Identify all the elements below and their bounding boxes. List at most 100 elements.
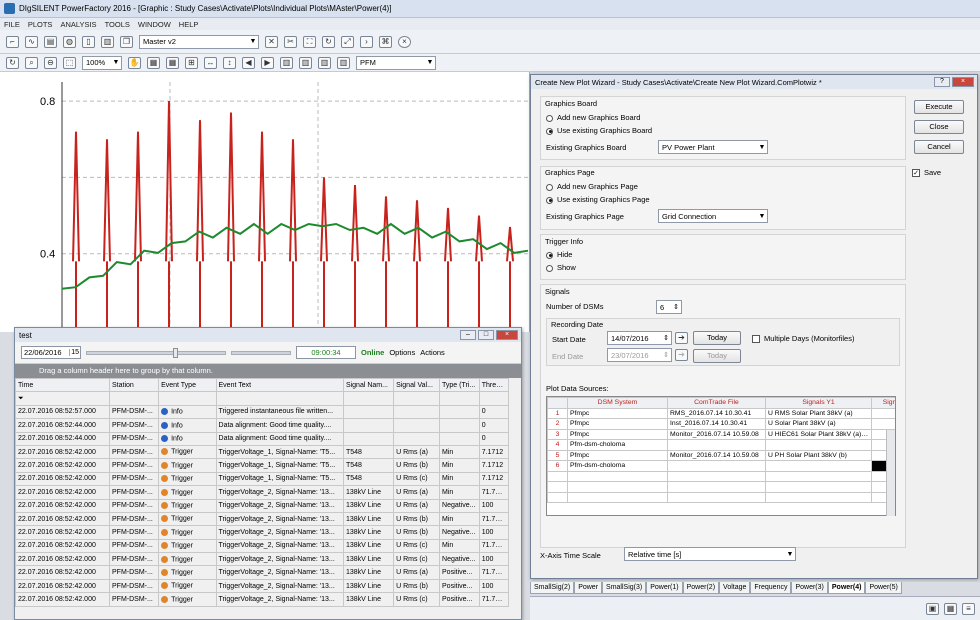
table-row[interactable]: 22.07.2016 08:52:42.000 PFM-DSM-... Trigge… <box>15 458 510 473</box>
scale-x-icon[interactable]: ↔ <box>204 56 217 69</box>
column-header[interactable]: Time <box>15 377 110 393</box>
column-header[interactable]: Signal Val... <box>393 377 441 393</box>
filter-cell[interactable] <box>158 391 217 406</box>
table-cell[interactable] <box>765 439 872 451</box>
list-icon[interactable]: ≡ <box>962 603 975 615</box>
page-icon[interactable]: ▯ <box>82 35 95 48</box>
refresh-icon[interactable]: ↻ <box>6 56 19 69</box>
graphics-board-select[interactable]: PV Power Plant ▼ <box>658 140 768 154</box>
table-row[interactable]: 22.07.2016 08:52:42.000 PFM-DSM-... Trigge… <box>15 538 510 554</box>
multiple-days-checkbox[interactable]: Multiple Days (Monitorfiles) <box>752 334 854 344</box>
save-checkbox[interactable]: ✓ Save <box>912 168 941 178</box>
table-cell[interactable] <box>667 439 766 451</box>
table-row[interactable]: 1 Pfmpc RMS_2016.07.14 10.30.41 U RMS Solar… <box>547 407 895 419</box>
zoom-range-icon[interactable]: ⤢ <box>341 35 354 48</box>
tools-icon[interactable]: ✕ <box>265 35 278 48</box>
start-date-field[interactable]: 14/07/2016 ⇕ <box>607 331 672 345</box>
layout2-icon[interactable]: ▥ <box>299 56 312 69</box>
tab-power2[interactable]: Power(2) <box>682 582 720 594</box>
maximize-icon[interactable]: □ <box>478 330 494 340</box>
tab-voltage[interactable]: Voltage <box>719 582 751 594</box>
chart-icon[interactable]: ▥ <box>101 35 114 48</box>
end-date-field[interactable]: 23/07/2016 ⇕ <box>607 348 672 362</box>
table-row[interactable]: 22.07.2016 08:52:42.000 PFM-DSM-... Trigge… <box>15 525 510 540</box>
align-icon[interactable]: ⊞ <box>185 56 198 69</box>
gp-new-radio[interactable]: Add new Graphics Page <box>546 182 638 191</box>
xaxis-select[interactable]: Relative time [s] ▼ <box>624 547 796 561</box>
options-menu[interactable]: Options <box>389 348 415 357</box>
menu-item-window[interactable]: WINDOW <box>138 20 171 29</box>
tab-smallsig3[interactable]: SmallSig(3) <box>602 582 647 594</box>
table-cell[interactable]: Pfm-dsm-choloma <box>567 460 668 472</box>
pfm-combo[interactable]: PFM ▼ <box>356 55 436 70</box>
arrow-right-icon[interactable]: ➔ <box>675 349 688 361</box>
zoom-combo[interactable]: 100% ▼ <box>82 55 122 70</box>
column-header[interactable]: Type (Tri... <box>439 377 480 393</box>
table-cell[interactable]: Pfmpc <box>567 418 668 430</box>
tab-smallsig2[interactable]: SmallSig(2) <box>530 582 575 594</box>
table-cell[interactable]: RMS_2016.07.14 10.30.41 <box>667 407 766 419</box>
close-icon[interactable]: × <box>496 330 518 340</box>
trigger-hide-radio[interactable]: Hide <box>546 250 572 259</box>
table-cell[interactable]: U RMS Solar Plant 38kV (a) <box>765 407 872 419</box>
rotate-icon[interactable]: ↻ <box>322 35 335 48</box>
filter-row[interactable]: ⏷ <box>15 391 510 406</box>
table-cell[interactable]: Monitor_2016.07.14 10.59.08 <box>667 428 766 440</box>
today-button-disabled[interactable]: Today <box>693 349 741 363</box>
plot-area[interactable]: 0.8 0.4 <box>0 72 530 332</box>
table-row[interactable]: 22.07.2016 08:52:42.000 PFM-DSM-... Trigge… <box>15 565 510 580</box>
copy-icon[interactable]: ❐ <box>120 35 133 48</box>
online-toggle[interactable]: Online <box>361 348 384 357</box>
table-cell[interactable] <box>667 460 766 472</box>
close-button[interactable]: Close <box>914 120 964 134</box>
table-row[interactable]: 22.07.2016 08:52:42.000 PFM-DSM-... Trigge… <box>15 552 510 567</box>
next-icon[interactable]: ▶ <box>261 56 274 69</box>
gb-new-radio[interactable]: Add new Graphics Board <box>546 113 640 122</box>
slider-handle[interactable] <box>173 347 178 358</box>
filter-icon[interactable]: ⏷ <box>15 391 110 406</box>
filter-cell[interactable] <box>215 391 344 406</box>
master-combo[interactable]: Master v2 ▼ <box>139 34 259 49</box>
tab-power5[interactable]: Power(5) <box>865 582 902 594</box>
menu-item-analysis[interactable]: ANALYSIS <box>60 20 96 29</box>
help-icon[interactable]: ? <box>934 77 950 87</box>
table-cell[interactable] <box>871 418 895 430</box>
arrow-right-icon[interactable]: ➔ <box>675 332 688 344</box>
table-row[interactable]: 22.07.2016 08:52:42.000 PFM-DSM-... Trigge… <box>15 444 510 460</box>
minimize-icon[interactable]: – <box>460 330 476 340</box>
filter-cell[interactable] <box>342 391 395 406</box>
column-header[interactable]: Event Type <box>158 377 217 393</box>
table-row[interactable]: 22.07.2016 08:52:42.000 PFM-DSM-... Trigge… <box>15 498 510 513</box>
bulb-icon[interactable]: ◍ <box>63 35 76 48</box>
menu-item-tools[interactable]: TOOLS <box>105 20 130 29</box>
dialog-close-icon[interactable]: × <box>952 77 974 87</box>
column-header[interactable]: Station <box>108 377 160 393</box>
table-row[interactable]: 6 Pfm-dsm-choloma <box>547 460 895 472</box>
grid2-icon[interactable]: ▦ <box>166 56 179 69</box>
curve-icon[interactable]: ∿ <box>25 35 38 48</box>
document-icon[interactable]: ▤ <box>44 35 57 48</box>
column-header[interactable]: Signal Nam... <box>342 377 395 393</box>
table-row[interactable]: 22.07.2016 08:52:42.000 PFM-DSM-... Trigge… <box>15 485 510 500</box>
column-header[interactable]: Signals Y1 <box>765 397 872 409</box>
cancel-button[interactable]: Cancel <box>914 140 964 154</box>
zoom-icon[interactable]: ⌕ <box>25 56 38 69</box>
num-dsms-spinner[interactable]: 6 ⇕ <box>656 300 682 314</box>
tab-power3[interactable]: Power(3) <box>791 582 828 594</box>
tab-power1[interactable]: Power(1) <box>646 582 683 594</box>
column-header[interactable]: Event Text <box>215 377 344 393</box>
table-cell[interactable]: U PH Solar Plant 38kV (b) <box>765 449 872 461</box>
zoom-out-icon[interactable]: ⊖ <box>44 56 57 69</box>
graphics-page-select[interactable]: Grid Connection ▼ <box>658 209 768 223</box>
table-cell[interactable]: Inst_2016.07.14 10.30.41 <box>667 418 766 430</box>
tab-frequency[interactable]: Frequency <box>750 582 792 594</box>
filter-cell[interactable] <box>478 391 510 406</box>
menu-item-plots[interactable]: PLOTS <box>28 20 53 29</box>
actions-menu[interactable]: Actions <box>420 348 445 357</box>
hand-icon[interactable]: ✋ <box>128 56 141 69</box>
execute-button[interactable]: Execute <box>914 100 964 114</box>
column-header[interactable]: ComTrade File <box>667 397 766 409</box>
script-icon[interactable]: ⌘ <box>379 35 392 48</box>
sources-scrollbar[interactable] <box>886 430 895 516</box>
menu-item-file[interactable]: FILE <box>4 20 20 29</box>
